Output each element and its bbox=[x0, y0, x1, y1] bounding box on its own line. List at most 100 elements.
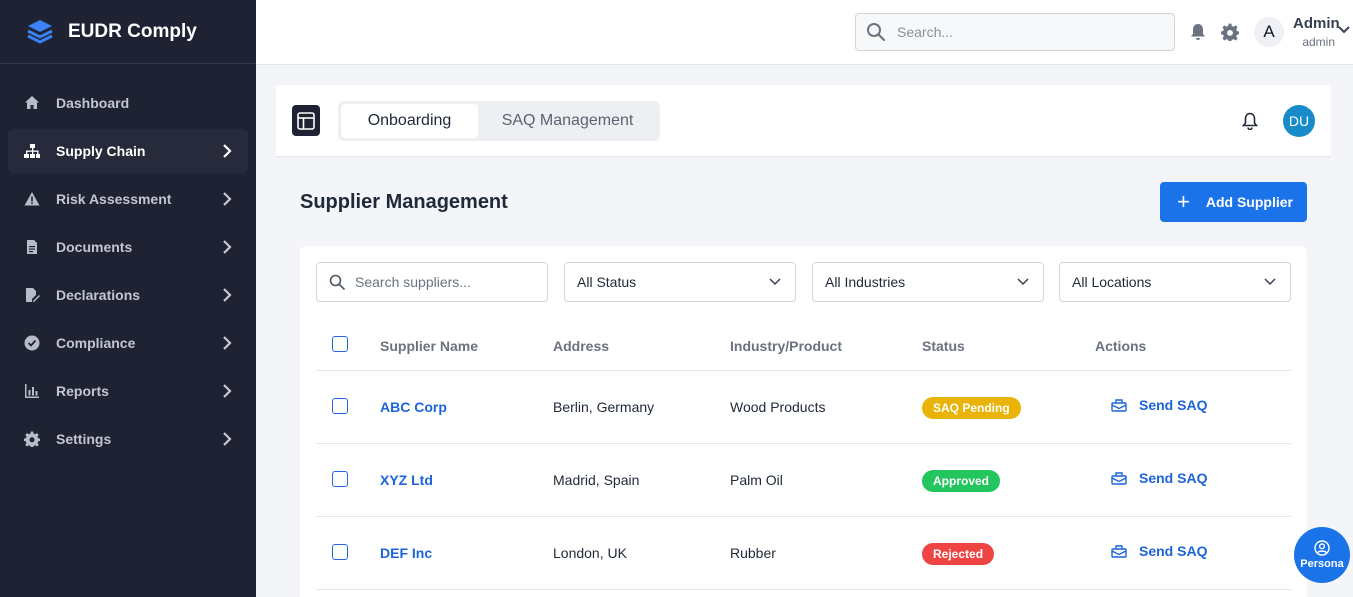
tab-group: Onboarding SAQ Management bbox=[338, 101, 660, 141]
supplier-industry: Palm Oil bbox=[730, 472, 783, 488]
sidebar-item-reports[interactable]: Reports bbox=[8, 369, 248, 413]
row-checkbox[interactable] bbox=[332, 544, 348, 560]
settings-gear-icon[interactable] bbox=[1221, 23, 1239, 41]
chevron-right-icon bbox=[222, 288, 232, 302]
location-filter-select[interactable]: All Locations bbox=[1059, 262, 1291, 302]
send-mail-icon bbox=[1111, 545, 1127, 558]
supplier-industry: Rubber bbox=[730, 545, 776, 561]
bell-icon[interactable] bbox=[1242, 112, 1258, 130]
supplier-search-input[interactable] bbox=[355, 274, 545, 290]
sidebar-item-risk-assessment[interactable]: Risk Assessment bbox=[8, 177, 248, 221]
status-filter-value: All Status bbox=[577, 274, 637, 290]
status-badge: Approved bbox=[922, 470, 1001, 492]
industry-filter-select[interactable]: All Industries bbox=[812, 262, 1044, 302]
add-supplier-label: Add Supplier bbox=[1205, 194, 1293, 210]
sidebar-item-supply-chain[interactable]: Supply Chain bbox=[8, 129, 248, 173]
global-search-input[interactable] bbox=[897, 24, 1157, 40]
column-header-actions: Actions bbox=[1095, 338, 1147, 354]
supplier-name-link[interactable]: XYZ Ltd bbox=[380, 472, 433, 488]
chevron-right-icon bbox=[222, 192, 232, 206]
select-all-checkbox[interactable] bbox=[332, 336, 348, 352]
persona-label: Persona bbox=[1300, 558, 1344, 570]
status-badge: SAQ Pending bbox=[922, 397, 1021, 419]
user-name: Admin bbox=[1293, 15, 1340, 32]
sidebar-nav: Dashboard Supply Chain Risk Assessment D… bbox=[0, 64, 256, 461]
table-row: DEF Inc London, UK Rubber Rejected Send … bbox=[316, 517, 1291, 590]
warning-icon bbox=[24, 191, 40, 207]
layout-toggle-button[interactable] bbox=[292, 105, 320, 136]
supplier-name-link[interactable]: ABC Corp bbox=[380, 399, 447, 415]
table-header: Supplier Name Address Industry/Product S… bbox=[316, 318, 1291, 371]
tab-saq-management[interactable]: SAQ Management bbox=[478, 104, 657, 138]
add-supplier-button[interactable]: + Add Supplier bbox=[1160, 182, 1307, 222]
send-mail-icon bbox=[1111, 399, 1127, 412]
sitemap-icon bbox=[24, 143, 40, 159]
chevron-right-icon bbox=[222, 240, 232, 254]
search-icon bbox=[329, 274, 345, 290]
send-saq-label: Send SAQ bbox=[1139, 470, 1208, 486]
status-filter-select[interactable]: All Status bbox=[564, 262, 796, 302]
chevron-down-icon bbox=[1264, 278, 1276, 286]
content-header: Onboarding SAQ Management DU bbox=[276, 85, 1331, 157]
send-saq-button[interactable]: Send SAQ bbox=[1111, 543, 1207, 559]
top-bar: A Admin admin bbox=[256, 0, 1353, 65]
sidebar-item-compliance[interactable]: Compliance bbox=[8, 321, 248, 365]
chevron-right-icon bbox=[222, 384, 232, 398]
app-name: EUDR Comply bbox=[68, 20, 197, 42]
sidebar: EUDR Comply Dashboard Supply Chain Risk … bbox=[0, 0, 256, 597]
supplier-search[interactable] bbox=[316, 262, 548, 302]
page-title: Supplier Management bbox=[300, 191, 508, 213]
sidebar-item-documents[interactable]: Documents bbox=[8, 225, 248, 269]
supplier-address: Berlin, Germany bbox=[553, 399, 655, 415]
global-search[interactable] bbox=[855, 13, 1175, 51]
table-row: ABC Corp Berlin, Germany Wood Products S… bbox=[316, 371, 1291, 444]
sidebar-item-declarations[interactable]: Declarations bbox=[8, 273, 248, 317]
user-avatar-initials[interactable]: DU bbox=[1283, 105, 1315, 137]
supplier-name-link[interactable]: DEF Inc bbox=[380, 545, 432, 561]
chevron-down-icon bbox=[769, 278, 781, 286]
location-filter-value: All Locations bbox=[1072, 274, 1152, 290]
chevron-down-icon bbox=[1017, 278, 1029, 286]
supplier-industry: Wood Products bbox=[730, 399, 826, 415]
brand[interactable]: EUDR Comply bbox=[0, 0, 256, 64]
sidebar-item-label: Declarations bbox=[56, 287, 141, 303]
send-saq-label: Send SAQ bbox=[1139, 397, 1208, 413]
send-saq-button[interactable]: Send SAQ bbox=[1111, 397, 1207, 413]
user-menu[interactable]: Admin admin bbox=[1293, 14, 1340, 50]
row-checkbox[interactable] bbox=[332, 398, 348, 414]
sidebar-item-dashboard[interactable]: Dashboard bbox=[8, 81, 248, 125]
column-header-status[interactable]: Status bbox=[922, 338, 965, 354]
sidebar-item-label: Settings bbox=[56, 431, 112, 447]
column-header-address[interactable]: Address bbox=[553, 338, 609, 354]
status-badge: Rejected bbox=[922, 543, 995, 565]
row-checkbox[interactable] bbox=[332, 471, 348, 487]
tab-onboarding[interactable]: Onboarding bbox=[341, 104, 478, 138]
sidebar-item-settings[interactable]: Settings bbox=[8, 417, 248, 461]
chevron-right-icon bbox=[222, 144, 232, 158]
user-circle-icon bbox=[1314, 540, 1330, 556]
gear-icon bbox=[24, 431, 40, 447]
supplier-address: London, UK bbox=[553, 545, 627, 561]
chevron-right-icon bbox=[222, 432, 232, 446]
send-saq-button[interactable]: Send SAQ bbox=[1111, 470, 1207, 486]
sidebar-item-label: Documents bbox=[56, 239, 133, 255]
sidebar-item-label: Supply Chain bbox=[56, 143, 146, 159]
sidebar-item-label: Compliance bbox=[56, 335, 136, 351]
bar-chart-icon bbox=[24, 383, 40, 399]
notification-bell-icon[interactable] bbox=[1190, 23, 1206, 41]
column-header-supplier-name[interactable]: Supplier Name bbox=[380, 338, 478, 354]
home-icon bbox=[24, 95, 40, 111]
sidebar-item-label: Dashboard bbox=[56, 95, 130, 111]
user-avatar[interactable]: A bbox=[1254, 17, 1284, 47]
persona-button[interactable]: Persona bbox=[1294, 527, 1350, 583]
send-saq-label: Send SAQ bbox=[1139, 543, 1208, 559]
signature-icon bbox=[24, 287, 40, 303]
plus-icon: + bbox=[1177, 189, 1190, 214]
chevron-down-icon[interactable] bbox=[1338, 25, 1350, 35]
column-header-industry[interactable]: Industry/Product bbox=[730, 338, 842, 354]
document-icon bbox=[24, 239, 40, 255]
supplier-table: Supplier Name Address Industry/Product S… bbox=[316, 318, 1291, 590]
supplier-address: Madrid, Spain bbox=[553, 472, 640, 488]
sidebar-item-label: Reports bbox=[56, 383, 109, 399]
industry-filter-value: All Industries bbox=[825, 274, 906, 290]
